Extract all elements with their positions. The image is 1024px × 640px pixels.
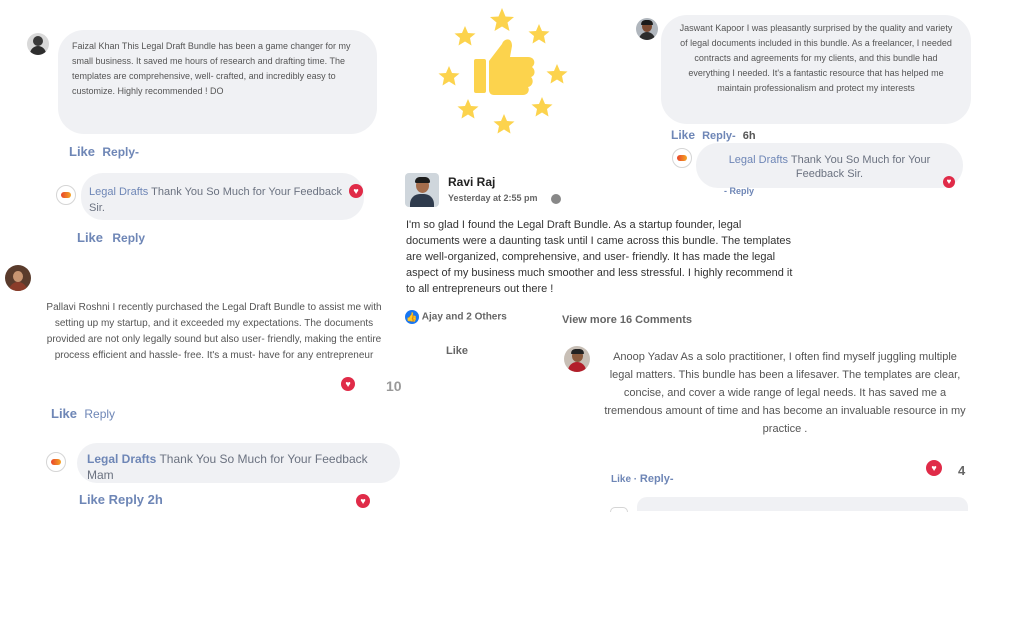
logo-partial xyxy=(610,507,628,512)
reply-actions: Like Reply xyxy=(77,230,145,245)
thumbs-up-stars-icon xyxy=(438,8,568,134)
like-link[interactable]: Like xyxy=(69,144,95,159)
comment-text: Faizal Khan This Legal Draft Bundle has … xyxy=(72,41,351,96)
reply-actions: Like Reply 2h xyxy=(79,492,163,507)
reply-author[interactable]: Legal Drafts xyxy=(89,186,148,198)
reaction-count: 10 xyxy=(386,378,402,394)
timestamp: 6h xyxy=(742,130,756,142)
comment-bubble: Jaswant Kapoor I was pleasantly surprise… xyxy=(661,15,971,124)
reaction-summary[interactable]: 👍 Ajay and 2 Others xyxy=(405,310,507,324)
heart-icon[interactable]: ♥ xyxy=(926,460,942,476)
legal-drafts-logo[interactable] xyxy=(46,452,66,472)
post-like-button[interactable]: Like xyxy=(446,345,468,357)
avatar-faizal[interactable] xyxy=(27,33,49,55)
reply-link[interactable]: Reply xyxy=(109,492,144,507)
like-reaction-icon: 👍 xyxy=(405,310,419,324)
reply-bubble xyxy=(637,497,968,511)
heart-icon[interactable]: ♥ xyxy=(356,494,370,508)
comment-actions: Like Reply xyxy=(51,406,115,421)
comment-actions: Like · Reply- xyxy=(611,473,674,485)
reply-bubble: Legal Drafts Thank You So Much for Your … xyxy=(77,443,400,483)
reply-author[interactable]: Legal Drafts xyxy=(729,154,788,166)
post-body: I'm so glad I found the Legal Draft Bund… xyxy=(406,219,793,295)
like-link[interactable]: Like xyxy=(79,492,105,507)
view-more-comments[interactable]: View more 16 Comments xyxy=(562,314,692,326)
post-timestamp[interactable]: Yesterday at 2:55 pm xyxy=(448,193,538,203)
legal-drafts-logo[interactable] xyxy=(672,148,692,168)
reply-link[interactable]: Reply xyxy=(84,407,115,421)
reply-bubble: Legal Drafts Thank You So Much for Your … xyxy=(81,173,364,220)
comment-bubble: Faizal Khan This Legal Draft Bundle has … xyxy=(58,30,377,134)
heart-icon[interactable]: ♥ xyxy=(349,184,363,198)
globe-icon xyxy=(551,194,561,204)
avatar-jaswant[interactable] xyxy=(636,18,658,40)
avatar-ravi[interactable] xyxy=(405,173,439,207)
like-link[interactable]: Like xyxy=(611,474,631,485)
comment-text: Pallavi Roshni I recently purchased the … xyxy=(46,302,382,361)
reply-author[interactable]: Legal Drafts xyxy=(87,452,156,466)
timestamp: 2h xyxy=(147,492,163,507)
comment-text: Anoop Yadav As a solo practitioner, I of… xyxy=(604,351,966,435)
reply-link[interactable]: Reply xyxy=(112,231,145,245)
reply-link[interactable]: Reply- xyxy=(640,473,674,485)
like-link[interactable]: Like xyxy=(671,128,695,142)
comment-text: Jaswant Kapoor I was pleasantly surprise… xyxy=(679,23,953,93)
comment-actions: Like Reply- 6h xyxy=(671,128,756,142)
reply-link[interactable]: Reply- xyxy=(702,130,736,142)
legal-drafts-logo[interactable] xyxy=(56,185,76,205)
like-link[interactable]: Like xyxy=(51,406,77,421)
comment-actions: Like Reply- xyxy=(69,144,139,159)
avatar-pallavi[interactable] xyxy=(5,265,31,291)
reply-link[interactable]: Reply- xyxy=(102,145,139,159)
reply-link[interactable]: - Reply xyxy=(724,186,754,196)
avatar-anoop[interactable] xyxy=(564,346,590,372)
reaction-count: 4 xyxy=(958,463,966,478)
like-link[interactable]: Like xyxy=(77,230,103,245)
post-author[interactable]: Ravi Raj xyxy=(448,175,495,189)
reaction-names: Ajay and 2 Others xyxy=(421,311,507,323)
heart-icon[interactable]: ♥ xyxy=(943,176,955,188)
reply-text: Thank You So Much for Your Feedback Sir. xyxy=(788,154,931,180)
reply-bubble: Legal Drafts Thank You So Much for Your … xyxy=(696,143,963,188)
heart-icon[interactable]: ♥ xyxy=(341,377,355,391)
